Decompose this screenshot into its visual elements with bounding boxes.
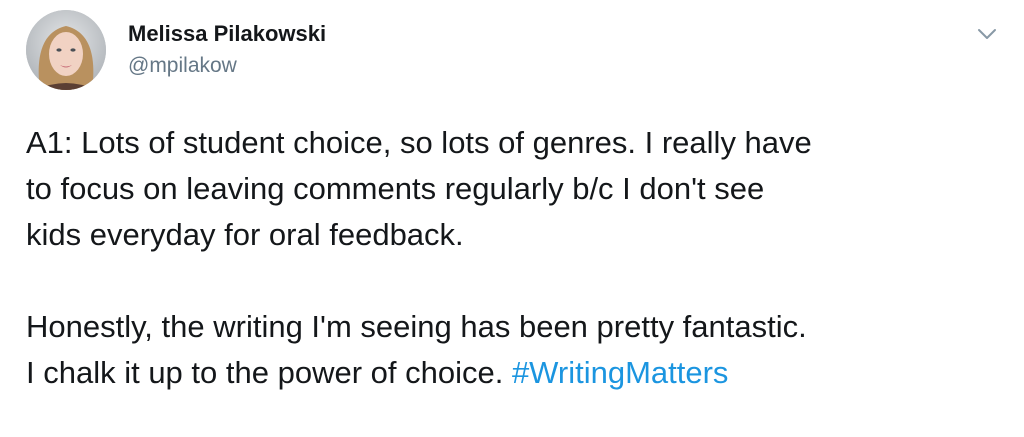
tweet-text: A1: Lots of student choice, so lots of g… — [26, 120, 1006, 396]
display-name[interactable]: Melissa Pilakowski — [128, 20, 326, 48]
tweet-paragraph: A1: Lots of student choice, so lots of g… — [26, 120, 1006, 258]
tweet-line: I chalk it up to the power of choice. — [26, 355, 512, 390]
tweet-card: Melissa Pilakowski @mpilakow A1: Lots of… — [0, 0, 1024, 437]
author-block: Melissa Pilakowski @mpilakow — [128, 20, 326, 80]
tweet-paragraph: Honestly, the writing I'm seeing has bee… — [26, 304, 1006, 396]
avatar[interactable] — [26, 10, 106, 90]
user-handle[interactable]: @mpilakow — [128, 52, 326, 80]
tweet-line: kids everyday for oral feedback. — [26, 217, 464, 252]
tweet-line: A1: Lots of student choice, so lots of g… — [26, 125, 812, 160]
avatar-photo — [26, 10, 106, 90]
more-options-button[interactable] — [973, 20, 1001, 48]
hashtag-link[interactable]: #WritingMatters — [512, 355, 729, 390]
tweet-line: to focus on leaving comments regularly b… — [26, 171, 765, 206]
tweet-line: Honestly, the writing I'm seeing has bee… — [26, 309, 807, 344]
chevron-down-icon — [978, 29, 996, 39]
